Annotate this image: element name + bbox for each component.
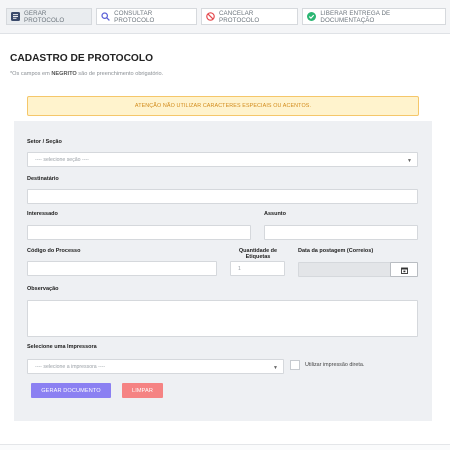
- observacao-label: Observação: [27, 286, 59, 292]
- quantidade-etiquetas-label: Quantidade de Etiquetas: [230, 248, 286, 260]
- impressora-select[interactable]: ---- selecione a impressora ---- ▼: [27, 359, 284, 374]
- tab-label: GERAR PROTOCOLO: [24, 9, 65, 24]
- note-prefix: *Os campos em: [10, 71, 52, 77]
- impressora-placeholder: ---- selecione a impressora ----: [35, 363, 106, 370]
- assunto-label: Assunto: [264, 211, 286, 217]
- protocol-tabs: GERAR PROTOCOLO CONSULTAR PROTOCOLO CANC…: [0, 0, 450, 34]
- observacao-textarea[interactable]: [27, 300, 418, 337]
- data-postagem-field[interactable]: [298, 262, 391, 277]
- tab-cancelar-protocolo[interactable]: CANCELAR PROTOCOLO: [200, 8, 299, 25]
- chevron-down-icon: ▼: [407, 158, 412, 164]
- note-bold: NEGRITO: [51, 71, 77, 77]
- tab-label: CANCELAR PROTOCOLO: [218, 9, 260, 24]
- codigo-processo-label: Código do Processo: [27, 248, 81, 254]
- destinatario-label: Destinatário: [27, 176, 59, 182]
- quantidade-etiquetas-field[interactable]: 1: [230, 261, 285, 276]
- setor-select[interactable]: ---- selecione seção ---- ▼: [27, 152, 418, 167]
- gerar-documento-button[interactable]: GERAR DOCUMENTO: [31, 383, 111, 398]
- impressao-direta-checkbox[interactable]: [290, 360, 300, 370]
- calendar-icon: [400, 261, 408, 279]
- tab-consultar-protocolo[interactable]: CONSULTAR PROTOCOLO: [96, 8, 197, 25]
- tab-liberar-entrega[interactable]: LIBERAR ENTREGA DE DOCUMENTAÇÃO: [302, 8, 446, 25]
- assunto-field[interactable]: [264, 225, 418, 240]
- interessado-field[interactable]: [27, 225, 251, 240]
- note-suffix: são de preenchimento obrigatório.: [76, 71, 164, 77]
- document-icon: [11, 12, 20, 21]
- codigo-processo-field[interactable]: [27, 261, 217, 276]
- quantidade-value: 1: [238, 265, 241, 272]
- destinatario-field[interactable]: [27, 189, 418, 204]
- impressao-direta-label: Utilizar impressão direta.: [305, 362, 365, 368]
- tab-gerar-protocolo[interactable]: GERAR PROTOCOLO: [6, 8, 93, 25]
- check-circle-icon: [307, 12, 317, 21]
- interessado-label: Interessado: [27, 211, 58, 217]
- search-icon: [101, 12, 110, 21]
- page-title: CADASTRO DE PROTOCOLO: [10, 53, 154, 64]
- warning-alert: ATENÇÃO NÃO UTILIZAR CARACTERES ESPECIAI…: [27, 96, 419, 116]
- tab-label: CONSULTAR PROTOCOLO: [114, 9, 155, 24]
- calendar-button[interactable]: [390, 262, 418, 277]
- data-postagem-label: Data da postagem (Correios): [298, 248, 374, 254]
- impressora-label: Selecione uma Impressora: [27, 344, 97, 350]
- cancel-icon: [206, 12, 215, 21]
- setor-label: Setor / Seção: [27, 139, 62, 145]
- setor-placeholder: ---- selecione seção ----: [35, 156, 89, 163]
- required-fields-note: *Os campos em NEGRITO são de preenchimen…: [10, 71, 163, 77]
- chevron-down-icon: ▼: [273, 365, 278, 371]
- page-footer: [0, 444, 450, 450]
- tab-label: LIBERAR ENTREGA DE DOCUMENTAÇÃO: [320, 9, 391, 24]
- quantidade-label-line2: Etiquetas: [245, 254, 271, 261]
- limpar-button[interactable]: LIMPAR: [122, 383, 163, 398]
